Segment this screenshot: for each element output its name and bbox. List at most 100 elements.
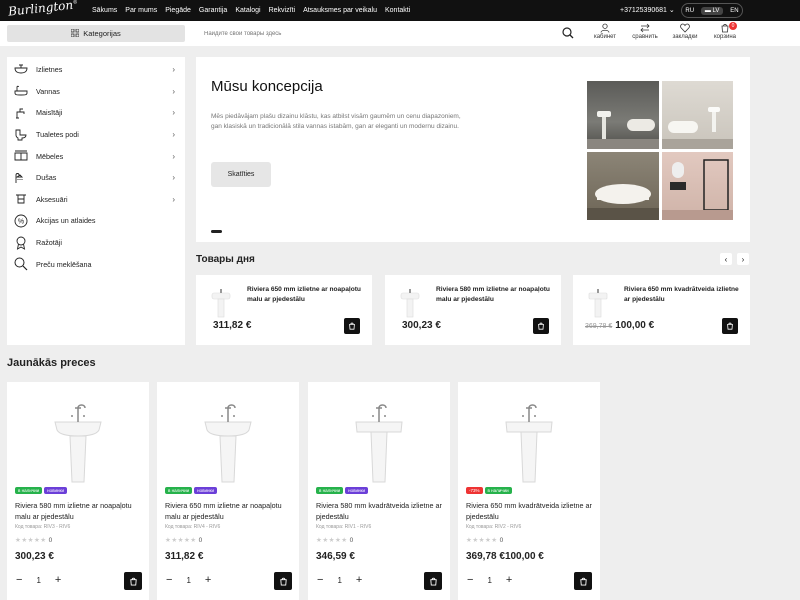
grid-icon bbox=[70, 28, 80, 39]
add-to-cart-button[interactable] bbox=[722, 318, 738, 334]
sidebar-item-precu-meklesana[interactable]: Preču meklēšana bbox=[7, 253, 185, 275]
header-icons: кабинет сравнить закладки 0 корзина bbox=[585, 22, 745, 40]
minus-button[interactable]: − bbox=[467, 574, 473, 586]
cart-icon bbox=[538, 322, 544, 330]
new-badge: новинки bbox=[44, 487, 68, 494]
product-name[interactable]: Riviera 650 mm izlietne ar noapaļotu mal… bbox=[247, 285, 367, 305]
sidebar-item-vannas[interactable]: Vannas › bbox=[7, 81, 185, 103]
plus-button[interactable]: + bbox=[205, 574, 211, 586]
flag-icon: ▬ bbox=[704, 7, 711, 14]
bathroom-photo bbox=[587, 81, 659, 149]
faucet-icon bbox=[13, 106, 29, 120]
search-bar bbox=[196, 25, 580, 42]
add-to-cart-button[interactable] bbox=[424, 572, 442, 590]
add-to-cart-button[interactable] bbox=[124, 572, 142, 590]
phone-dropdown[interactable]: +37125390681 ⌄ bbox=[620, 6, 675, 14]
rating-stars[interactable]: ★★★★★ 0 bbox=[316, 536, 354, 544]
add-to-cart-button[interactable] bbox=[533, 318, 549, 334]
svg-text:%: % bbox=[18, 218, 24, 225]
compare-link[interactable]: сравнить bbox=[625, 23, 665, 40]
sidebar-item-dusas[interactable]: Dušas › bbox=[7, 167, 185, 189]
cart-link[interactable]: 0 корзина bbox=[705, 22, 745, 40]
add-to-cart-button[interactable] bbox=[344, 318, 360, 334]
nav-link-rekviziti[interactable]: Rekvizīti bbox=[269, 7, 295, 14]
rating-stars[interactable]: ★★★★★ 0 bbox=[165, 536, 203, 544]
bathtub-icon bbox=[13, 84, 29, 98]
nav-link-piegade[interactable]: Piegāde bbox=[165, 7, 191, 14]
product-price: 300,23 € bbox=[402, 320, 441, 331]
add-to-cart-button[interactable] bbox=[574, 572, 592, 590]
lang-lv[interactable]: ▬ LV bbox=[700, 6, 724, 15]
sidebar-item-mebeles[interactable]: Mēbeles › bbox=[7, 145, 185, 167]
rating-count: 0 bbox=[499, 537, 504, 544]
product-name[interactable]: Riviera 650 mm izlietne ar noapaļotu mal… bbox=[165, 500, 291, 522]
lang-ru[interactable]: RU bbox=[685, 8, 694, 14]
product-name[interactable]: Riviera 580 mm izlietne ar noapaļotu mal… bbox=[15, 500, 141, 522]
product-card[interactable]: в наличии новинки Riviera 580 mm kvadrāt… bbox=[308, 382, 450, 600]
deal-card[interactable]: Riviera 650 mm kvadrātveida izlietne ar … bbox=[573, 275, 750, 345]
product-card[interactable]: в наличии новинки Riviera 650 mm izlietn… bbox=[157, 382, 299, 600]
product-image bbox=[201, 394, 255, 486]
sidebar-item-akcijas[interactable]: % Akcijas un atlaides bbox=[7, 210, 185, 232]
product-name[interactable]: Riviera 580 mm kvadrātveida izlietne ar … bbox=[316, 500, 442, 522]
sidebar-item-razotaji[interactable]: Ražotāji bbox=[7, 232, 185, 254]
plus-button[interactable]: + bbox=[506, 574, 512, 586]
nav-link-kontakti[interactable]: Kontakti bbox=[385, 7, 410, 14]
in-stock-badge: в наличии bbox=[165, 487, 193, 494]
add-to-cart-button[interactable] bbox=[274, 572, 292, 590]
product-card[interactable]: в наличии новинки Riviera 580 mm izlietn… bbox=[7, 382, 149, 600]
minus-button[interactable]: − bbox=[16, 574, 22, 586]
in-stock-badge: в наличии bbox=[484, 487, 512, 494]
product-name[interactable]: Riviera 650 mm kvadrātveida izlietne ar … bbox=[466, 500, 592, 522]
categories-button[interactable]: Kategorijas bbox=[7, 25, 185, 42]
nav-link-katalogi[interactable]: Katalogi bbox=[235, 7, 260, 14]
product-code: Код товара: RIV4 - RIV6 bbox=[165, 524, 221, 530]
nav-link-par-mums[interactable]: Par mums bbox=[125, 7, 157, 14]
rating-count: 0 bbox=[48, 537, 53, 544]
plus-button[interactable]: + bbox=[55, 574, 61, 586]
search-input[interactable] bbox=[204, 30, 544, 37]
quantity-value[interactable]: 1 bbox=[36, 576, 40, 585]
product-image bbox=[399, 287, 421, 319]
in-stock-badge: в наличии bbox=[316, 487, 344, 494]
product-price: 369,78 €100,00 € bbox=[585, 320, 655, 331]
deal-card[interactable]: Riviera 650 mm izlietne ar noapaļotu mal… bbox=[196, 275, 372, 345]
carousel-prev-button[interactable]: ‹ bbox=[720, 253, 732, 265]
nav-link-sakums[interactable]: Sākums bbox=[92, 7, 117, 14]
product-image bbox=[502, 394, 556, 486]
sidebar-item-izlietnes[interactable]: Izlietnes › bbox=[7, 59, 185, 81]
lang-en[interactable]: EN bbox=[730, 8, 738, 14]
rating-stars[interactable]: ★★★★★ 0 bbox=[15, 536, 53, 544]
product-card[interactable]: -73% в наличии Riviera 650 mm kvadrātvei… bbox=[458, 382, 600, 600]
nav-link-garantija[interactable]: Garantija bbox=[199, 7, 227, 14]
deal-card[interactable]: Riviera 580 mm izlietne ar noapaļotu mal… bbox=[385, 275, 561, 345]
quantity-value[interactable]: 1 bbox=[186, 576, 190, 585]
quantity-value[interactable]: 1 bbox=[337, 576, 341, 585]
nav-link-atsauksmes[interactable]: Atsauksmes par veikalu bbox=[303, 7, 377, 14]
sidebar-item-aksesuari[interactable]: Aksesuāri › bbox=[7, 189, 185, 211]
view-button[interactable]: Skatīties bbox=[211, 162, 271, 187]
bookmarks-link[interactable]: закладки bbox=[665, 23, 705, 40]
brand-logo[interactable]: Burlington® bbox=[7, 0, 78, 19]
sidebar-item-tualetes-podi[interactable]: Tualetes podi › bbox=[7, 124, 185, 146]
category-sidebar: Izlietnes › Vannas › Maisītāji › Tualetes p… bbox=[7, 57, 185, 345]
rating-stars[interactable]: ★★★★★ 0 bbox=[466, 536, 504, 544]
plus-button[interactable]: + bbox=[356, 574, 362, 586]
product-name[interactable]: Riviera 580 mm izlietne ar noapaļotu mal… bbox=[436, 285, 556, 305]
account-link[interactable]: кабинет bbox=[585, 23, 625, 40]
product-name[interactable]: Riviera 650 mm kvadrātveida izlietne ar … bbox=[624, 285, 744, 305]
furniture-icon bbox=[13, 149, 29, 163]
cart-icon bbox=[279, 577, 287, 586]
accessory-icon bbox=[13, 192, 29, 206]
minus-button[interactable]: − bbox=[317, 574, 323, 586]
product-image bbox=[51, 394, 105, 486]
search-icon[interactable] bbox=[562, 27, 574, 41]
toilet-icon bbox=[13, 128, 29, 142]
minus-button[interactable]: − bbox=[166, 574, 172, 586]
slider-pagination-dot[interactable] bbox=[211, 230, 222, 233]
carousel-next-button[interactable]: › bbox=[737, 253, 749, 265]
sidebar-item-maisitaji[interactable]: Maisītāji › bbox=[7, 102, 185, 124]
quantity-value[interactable]: 1 bbox=[487, 576, 491, 585]
bathroom-photo bbox=[661, 152, 733, 220]
rating-count: 0 bbox=[349, 537, 354, 544]
